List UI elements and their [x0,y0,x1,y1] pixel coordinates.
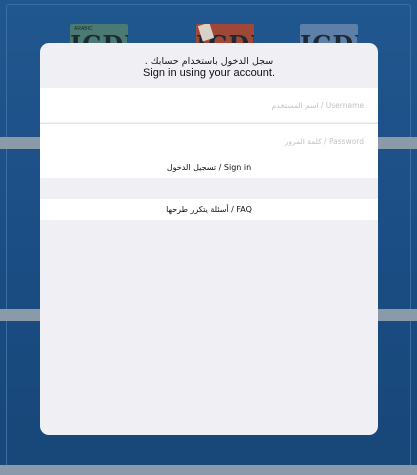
shelf-divider [0,465,417,475]
faq-label: أسئلة يتكرر طرحها / FAQ [166,205,252,214]
sign-in-button[interactable]: تسجيل الدخول / Sign in [40,157,378,178]
password-row [40,123,378,158]
faq-button[interactable]: أسئلة يتكرر طرحها / FAQ [40,199,378,220]
sign-in-label: تسجيل الدخول / Sign in [166,163,252,172]
login-sheet: سجل الدخول باستخدام حسابك . Sign in usin… [40,43,378,435]
password-input[interactable] [54,124,364,158]
username-input[interactable] [54,88,364,122]
username-row [40,88,378,122]
header-english-text: Sign in using your account. [142,67,276,79]
login-header: سجل الدخول باستخدام حسابك . Sign in usin… [40,43,378,86]
header-arabic-text: سجل الدخول باستخدام حسابك . [144,56,274,67]
